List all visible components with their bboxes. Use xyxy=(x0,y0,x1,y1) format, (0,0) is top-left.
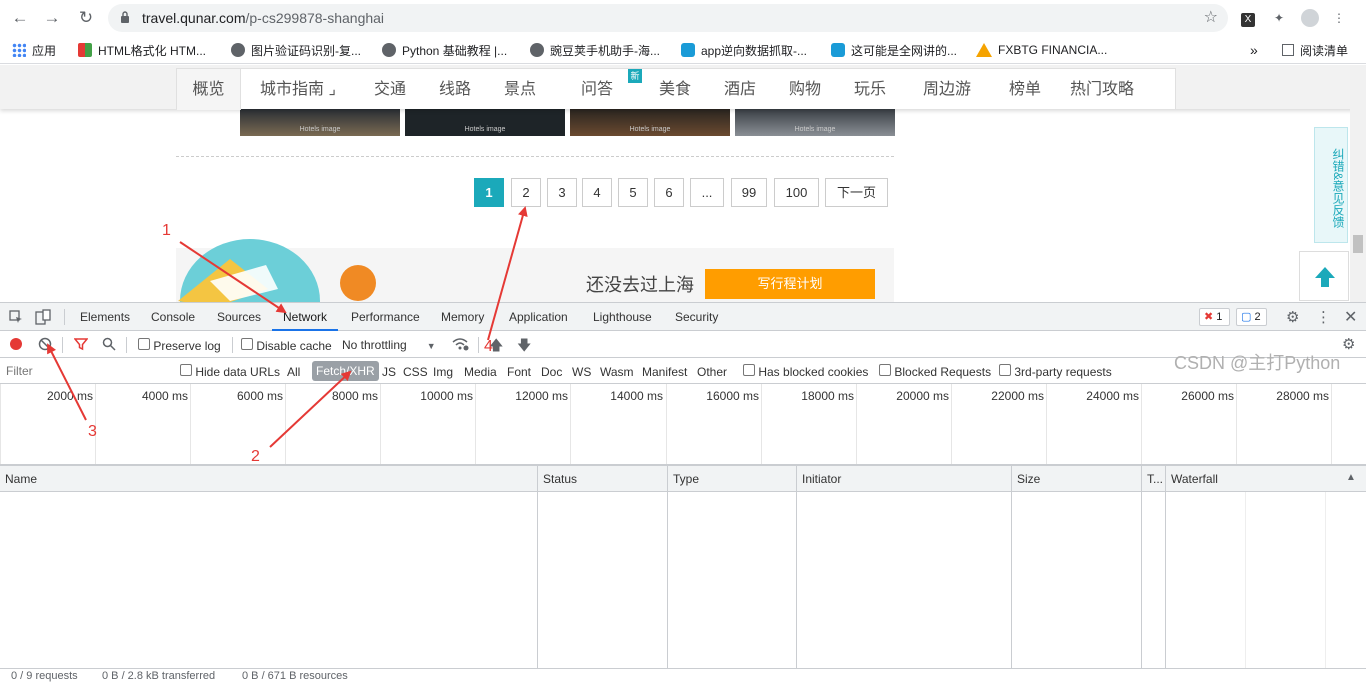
annotation-label-2: 2 xyxy=(251,448,260,465)
csdn-watermark: CSDN @主打Python xyxy=(1174,353,1341,373)
annotation-arrow-1 xyxy=(179,241,287,314)
annotation-arrows xyxy=(47,206,528,448)
annotation-label-4: 4 xyxy=(484,338,493,355)
annotation-label-1: 1 xyxy=(162,222,171,239)
annotation-arrow-4 xyxy=(487,206,528,341)
annotation-arrow-2 xyxy=(269,370,352,448)
annotation-arrow-3 xyxy=(47,343,87,421)
screenshot-root: ← → ↻ travel.qunar.com/p-cs299878-shangh… xyxy=(0,0,1366,682)
annotation-label-3: 3 xyxy=(88,423,97,440)
